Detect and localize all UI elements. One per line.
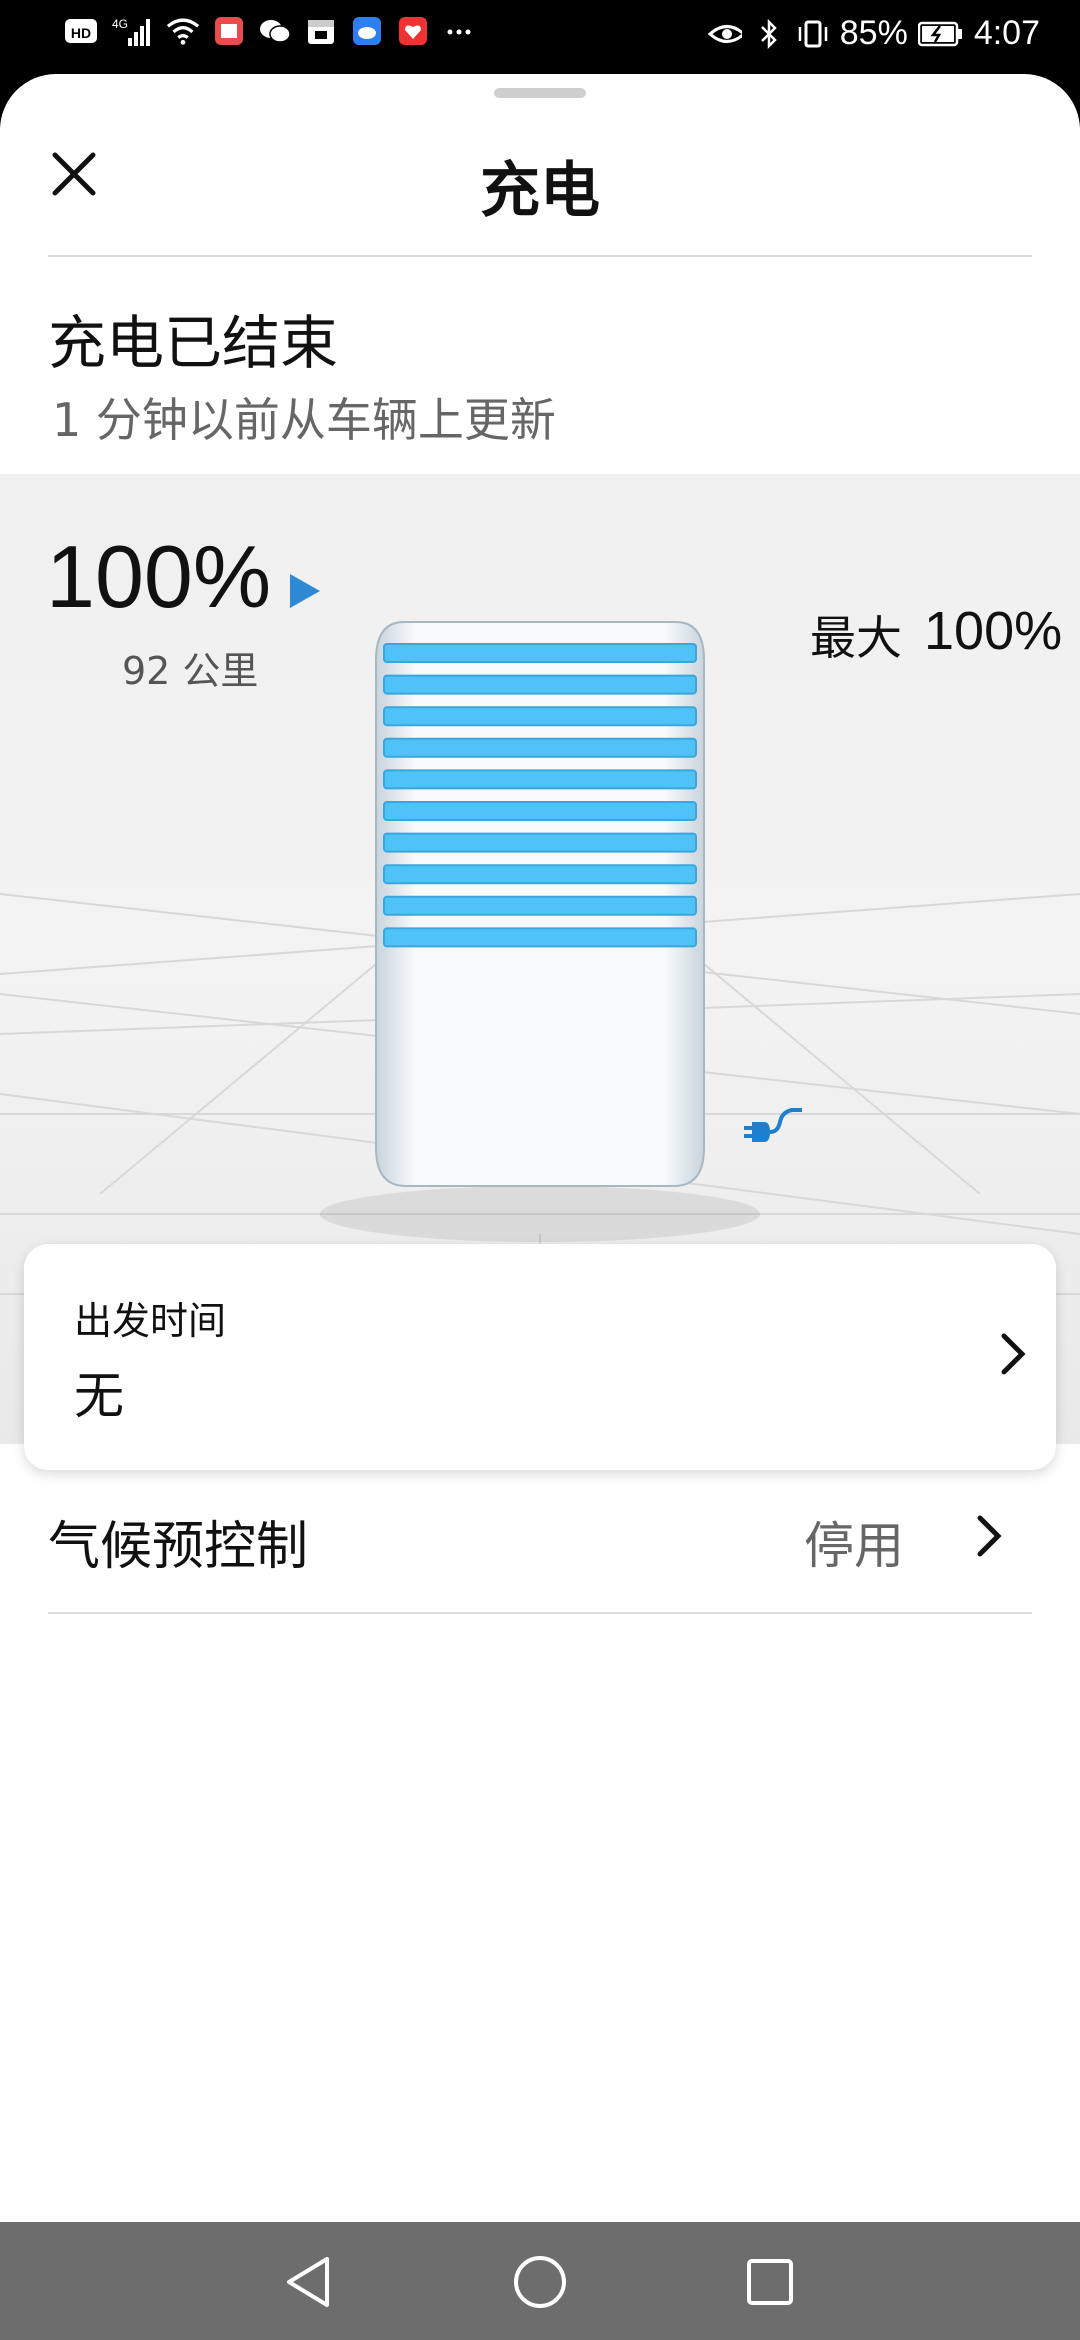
battery-charge-bar xyxy=(383,737,697,758)
battery-charge-bar xyxy=(383,864,697,885)
battery-percent-value: 100% xyxy=(46,527,272,626)
wechat-icon xyxy=(258,14,292,48)
battery-charge-bar xyxy=(383,832,697,853)
departure-time-card[interactable]: 出发时间 无 xyxy=(24,1244,1056,1470)
departure-time-value: 无 xyxy=(74,1367,124,1425)
climate-divider xyxy=(48,1612,1032,1614)
climate-control-label[interactable]: 气候预控制 xyxy=(48,1504,308,1579)
max-charge-value: 100% xyxy=(924,601,1063,661)
status-bar-right: 85% 4:07 xyxy=(707,14,1040,53)
wifi-icon xyxy=(166,14,200,48)
status-bar: HD 4G 85% 4:07 xyxy=(0,0,1080,74)
battery-graphic xyxy=(375,621,705,1187)
header-divider xyxy=(48,255,1032,257)
more-icon xyxy=(442,14,476,48)
battery-charge-bar xyxy=(383,769,697,790)
plug-icon xyxy=(744,1108,802,1142)
battery-charge-bar xyxy=(383,801,697,821)
calendar-icon xyxy=(304,14,338,48)
climate-control-value: 停用 xyxy=(804,1517,904,1575)
max-charge-label: 最大 xyxy=(810,611,902,665)
battery-range: 92 公里 xyxy=(122,649,259,693)
battery-charge-bar xyxy=(383,706,697,727)
sheet-drag-handle[interactable] xyxy=(494,88,586,98)
page-title: 充电 xyxy=(480,156,600,226)
departure-time-label: 出发时间 xyxy=(74,1299,227,1343)
charging-sheet: 充电 充电已结束 1 分钟以前从车辆上更新 100% 92 公里 最大 100% xyxy=(0,74,1080,2222)
nav-recents-button[interactable] xyxy=(738,2250,802,2314)
chevron-right-icon xyxy=(1001,1333,1026,1375)
nav-back-button[interactable] xyxy=(276,2250,340,2314)
chevron-right-icon[interactable] xyxy=(976,1514,1002,1558)
bluetooth-icon xyxy=(752,17,786,51)
cloud-icon xyxy=(350,14,384,48)
book-app-icon xyxy=(212,14,246,48)
battery-charge-bar xyxy=(383,895,697,916)
battery-icon xyxy=(917,17,964,51)
signal-icon: 4G xyxy=(110,14,154,48)
battery-charge-bar xyxy=(383,674,697,695)
charging-status-subtitle: 1 分钟以前从车辆上更新 xyxy=(52,393,556,447)
eye-icon xyxy=(707,17,742,51)
svg-text:HD: HD xyxy=(71,25,91,41)
system-nav-bar xyxy=(0,2222,1080,2340)
hd-icon: HD xyxy=(64,14,98,48)
nav-home-button[interactable] xyxy=(508,2250,572,2314)
clock: 4:07 xyxy=(973,14,1040,52)
battery-charge-bar xyxy=(383,643,697,663)
back-icon xyxy=(287,2257,329,2307)
vibrate-icon xyxy=(796,17,830,51)
battery-percent: 85% xyxy=(839,14,908,52)
app-icon xyxy=(396,14,430,48)
play-icon xyxy=(290,574,320,608)
battery-charge-bar xyxy=(383,927,697,948)
svg-text:4G: 4G xyxy=(112,17,128,31)
status-bar-left: HD 4G xyxy=(64,14,476,48)
charging-status-title: 充电已结束 xyxy=(48,309,339,377)
home-icon xyxy=(514,2256,566,2308)
recents-icon xyxy=(747,2259,793,2305)
